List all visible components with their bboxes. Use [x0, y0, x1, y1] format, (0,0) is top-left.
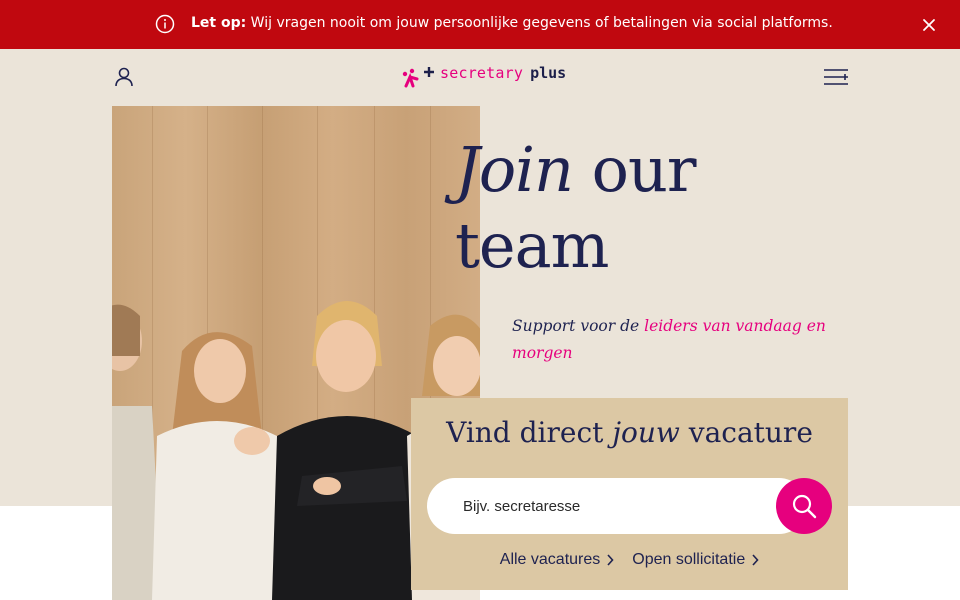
vacancy-search-card: Vind direct jouw vacature Alle vacatures… — [411, 398, 848, 590]
logo-mark — [402, 67, 434, 88]
alert-message: Let op: Wij vragen nooit om jouw persoon… — [191, 15, 833, 31]
search-icon — [792, 494, 817, 519]
open-application-label: Open sollicitatie — [632, 551, 746, 568]
search-title-before: Vind direct — [446, 416, 613, 449]
chevron-right-icon — [752, 554, 759, 566]
search-button[interactable] — [776, 478, 832, 534]
all-vacancies-label: Alle vacatures — [499, 551, 601, 568]
headline-text-1: our — [572, 133, 697, 206]
alert-text: Wij vragen nooit om jouw persoonlijke ge… — [246, 15, 833, 31]
open-application-link[interactable]: Open sollicitatie — [632, 551, 759, 569]
logo-text-secretary: secretary — [440, 64, 524, 82]
logo-text-plus: plus — [530, 64, 567, 82]
search-title-after: vacature — [679, 416, 813, 449]
user-icon[interactable] — [113, 66, 135, 88]
menu-icon[interactable] — [822, 66, 850, 88]
alert-bar: Let op: Wij vragen nooit om jouw persoon… — [0, 0, 960, 49]
headline-text-2: team — [455, 209, 609, 282]
hero-headline: Join our team — [455, 132, 855, 284]
close-icon[interactable] — [918, 14, 940, 36]
search-links: Alle vacatures Open sollicitatie — [411, 551, 848, 569]
chevron-right-icon — [607, 554, 614, 566]
subheadline-text: Support voor de — [512, 317, 645, 335]
info-icon — [155, 14, 175, 34]
search-input[interactable] — [427, 478, 807, 534]
search-title: Vind direct jouw vacature — [411, 416, 848, 449]
search-title-italic: jouw — [612, 416, 680, 449]
headline-italic-word: Join — [455, 133, 574, 206]
all-vacancies-link[interactable]: Alle vacatures — [500, 551, 615, 569]
logo[interactable]: secretary plus — [400, 62, 566, 90]
hero-subheadline: Support voor de leiders van vandaag en m… — [512, 313, 832, 367]
alert-label: Let op: — [191, 15, 247, 31]
